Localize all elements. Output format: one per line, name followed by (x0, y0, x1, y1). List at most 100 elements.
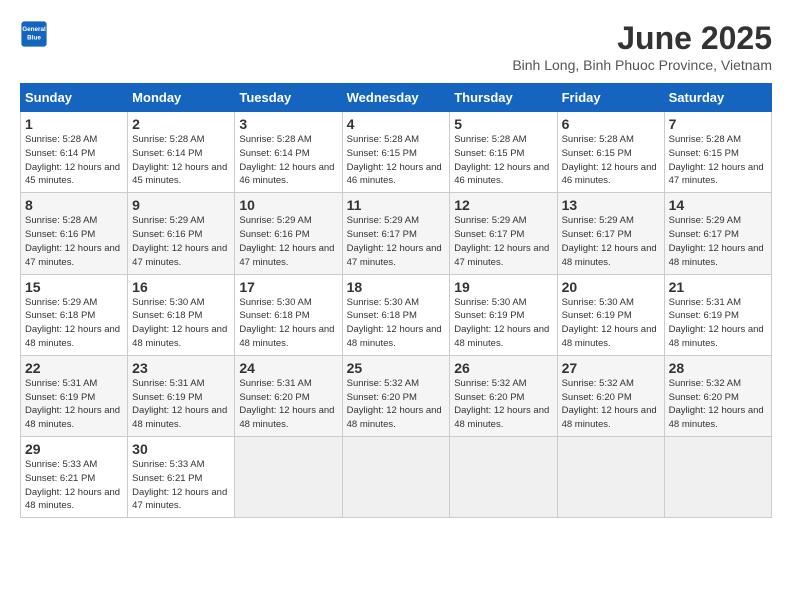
day-info: Sunrise: 5:32 AMSunset: 6:20 PMDaylight:… (347, 378, 442, 430)
col-wednesday: Wednesday (342, 84, 450, 112)
day-number: 4 (347, 116, 446, 132)
day-number: 16 (132, 279, 230, 295)
day-number: 17 (239, 279, 337, 295)
calendar-cell: 14 Sunrise: 5:29 AMSunset: 6:17 PMDaylig… (664, 193, 771, 274)
day-number: 2 (132, 116, 230, 132)
day-number: 8 (25, 197, 123, 213)
day-info: Sunrise: 5:30 AMSunset: 6:19 PMDaylight:… (454, 297, 549, 349)
day-info: Sunrise: 5:32 AMSunset: 6:20 PMDaylight:… (669, 378, 764, 430)
day-info: Sunrise: 5:31 AMSunset: 6:19 PMDaylight:… (25, 378, 120, 430)
day-info: Sunrise: 5:32 AMSunset: 6:20 PMDaylight:… (562, 378, 657, 430)
day-info: Sunrise: 5:28 AMSunset: 6:15 PMDaylight:… (562, 134, 657, 186)
calendar-cell: 23 Sunrise: 5:31 AMSunset: 6:19 PMDaylig… (128, 355, 235, 436)
day-number: 25 (347, 360, 446, 376)
calendar-cell: 11 Sunrise: 5:29 AMSunset: 6:17 PMDaylig… (342, 193, 450, 274)
day-info: Sunrise: 5:31 AMSunset: 6:19 PMDaylight:… (669, 297, 764, 349)
day-number: 20 (562, 279, 660, 295)
col-friday: Friday (557, 84, 664, 112)
day-number: 28 (669, 360, 767, 376)
day-number: 19 (454, 279, 552, 295)
col-saturday: Saturday (664, 84, 771, 112)
day-number: 13 (562, 197, 660, 213)
calendar-table: Sunday Monday Tuesday Wednesday Thursday… (20, 83, 772, 518)
calendar-cell: 24 Sunrise: 5:31 AMSunset: 6:20 PMDaylig… (235, 355, 342, 436)
col-sunday: Sunday (21, 84, 128, 112)
header: General Blue June 2025 Binh Long, Binh P… (20, 20, 772, 73)
day-number: 10 (239, 197, 337, 213)
calendar-cell: 10 Sunrise: 5:29 AMSunset: 6:16 PMDaylig… (235, 193, 342, 274)
calendar-cell: 4 Sunrise: 5:28 AMSunset: 6:15 PMDayligh… (342, 112, 450, 193)
title-area: June 2025 Binh Long, Binh Phuoc Province… (512, 20, 772, 73)
day-number: 7 (669, 116, 767, 132)
day-info: Sunrise: 5:31 AMSunset: 6:19 PMDaylight:… (132, 378, 227, 430)
calendar-cell (664, 437, 771, 518)
day-info: Sunrise: 5:31 AMSunset: 6:20 PMDaylight:… (239, 378, 334, 430)
svg-text:General: General (22, 26, 46, 33)
day-number: 27 (562, 360, 660, 376)
calendar-cell: 9 Sunrise: 5:29 AMSunset: 6:16 PMDayligh… (128, 193, 235, 274)
day-number: 15 (25, 279, 123, 295)
day-info: Sunrise: 5:29 AMSunset: 6:17 PMDaylight:… (669, 215, 764, 267)
day-info: Sunrise: 5:32 AMSunset: 6:20 PMDaylight:… (454, 378, 549, 430)
header-row: Sunday Monday Tuesday Wednesday Thursday… (21, 84, 772, 112)
day-info: Sunrise: 5:28 AMSunset: 6:14 PMDaylight:… (239, 134, 334, 186)
day-number: 6 (562, 116, 660, 132)
day-number: 29 (25, 441, 123, 457)
calendar-cell: 26 Sunrise: 5:32 AMSunset: 6:20 PMDaylig… (450, 355, 557, 436)
calendar-cell: 27 Sunrise: 5:32 AMSunset: 6:20 PMDaylig… (557, 355, 664, 436)
day-info: Sunrise: 5:29 AMSunset: 6:16 PMDaylight:… (239, 215, 334, 267)
calendar-cell: 21 Sunrise: 5:31 AMSunset: 6:19 PMDaylig… (664, 274, 771, 355)
day-info: Sunrise: 5:28 AMSunset: 6:15 PMDaylight:… (669, 134, 764, 186)
calendar-cell: 12 Sunrise: 5:29 AMSunset: 6:17 PMDaylig… (450, 193, 557, 274)
calendar-cell: 15 Sunrise: 5:29 AMSunset: 6:18 PMDaylig… (21, 274, 128, 355)
day-info: Sunrise: 5:30 AMSunset: 6:18 PMDaylight:… (347, 297, 442, 349)
day-number: 24 (239, 360, 337, 376)
day-info: Sunrise: 5:28 AMSunset: 6:14 PMDaylight:… (132, 134, 227, 186)
calendar-cell: 22 Sunrise: 5:31 AMSunset: 6:19 PMDaylig… (21, 355, 128, 436)
day-info: Sunrise: 5:28 AMSunset: 6:14 PMDaylight:… (25, 134, 120, 186)
calendar-cell: 29 Sunrise: 5:33 AMSunset: 6:21 PMDaylig… (21, 437, 128, 518)
logo-icon: General Blue (20, 20, 48, 48)
day-info: Sunrise: 5:30 AMSunset: 6:19 PMDaylight:… (562, 297, 657, 349)
calendar-cell: 5 Sunrise: 5:28 AMSunset: 6:15 PMDayligh… (450, 112, 557, 193)
day-info: Sunrise: 5:29 AMSunset: 6:17 PMDaylight:… (454, 215, 549, 267)
day-number: 9 (132, 197, 230, 213)
calendar-cell: 1 Sunrise: 5:28 AMSunset: 6:14 PMDayligh… (21, 112, 128, 193)
day-number: 22 (25, 360, 123, 376)
calendar-cell: 6 Sunrise: 5:28 AMSunset: 6:15 PMDayligh… (557, 112, 664, 193)
day-info: Sunrise: 5:30 AMSunset: 6:18 PMDaylight:… (132, 297, 227, 349)
day-number: 18 (347, 279, 446, 295)
day-number: 5 (454, 116, 552, 132)
calendar-cell: 25 Sunrise: 5:32 AMSunset: 6:20 PMDaylig… (342, 355, 450, 436)
day-number: 14 (669, 197, 767, 213)
calendar-cell: 16 Sunrise: 5:30 AMSunset: 6:18 PMDaylig… (128, 274, 235, 355)
page-title: June 2025 (512, 20, 772, 57)
day-number: 1 (25, 116, 123, 132)
calendar-cell: 2 Sunrise: 5:28 AMSunset: 6:14 PMDayligh… (128, 112, 235, 193)
day-number: 23 (132, 360, 230, 376)
day-info: Sunrise: 5:28 AMSunset: 6:15 PMDaylight:… (454, 134, 549, 186)
calendar-week-2: 8 Sunrise: 5:28 AMSunset: 6:16 PMDayligh… (21, 193, 772, 274)
logo: General Blue (20, 20, 48, 48)
day-info: Sunrise: 5:30 AMSunset: 6:18 PMDaylight:… (239, 297, 334, 349)
page-subtitle: Binh Long, Binh Phuoc Province, Vietnam (512, 57, 772, 73)
calendar-cell (557, 437, 664, 518)
calendar-cell: 18 Sunrise: 5:30 AMSunset: 6:18 PMDaylig… (342, 274, 450, 355)
day-info: Sunrise: 5:29 AMSunset: 6:18 PMDaylight:… (25, 297, 120, 349)
calendar-cell (235, 437, 342, 518)
calendar-week-1: 1 Sunrise: 5:28 AMSunset: 6:14 PMDayligh… (21, 112, 772, 193)
day-info: Sunrise: 5:29 AMSunset: 6:16 PMDaylight:… (132, 215, 227, 267)
day-info: Sunrise: 5:29 AMSunset: 6:17 PMDaylight:… (347, 215, 442, 267)
calendar-cell: 30 Sunrise: 5:33 AMSunset: 6:21 PMDaylig… (128, 437, 235, 518)
calendar-cell (450, 437, 557, 518)
calendar-cell: 20 Sunrise: 5:30 AMSunset: 6:19 PMDaylig… (557, 274, 664, 355)
day-info: Sunrise: 5:28 AMSunset: 6:15 PMDaylight:… (347, 134, 442, 186)
day-number: 12 (454, 197, 552, 213)
calendar-cell: 19 Sunrise: 5:30 AMSunset: 6:19 PMDaylig… (450, 274, 557, 355)
day-info: Sunrise: 5:29 AMSunset: 6:17 PMDaylight:… (562, 215, 657, 267)
calendar-cell: 28 Sunrise: 5:32 AMSunset: 6:20 PMDaylig… (664, 355, 771, 436)
calendar-week-5: 29 Sunrise: 5:33 AMSunset: 6:21 PMDaylig… (21, 437, 772, 518)
col-tuesday: Tuesday (235, 84, 342, 112)
svg-text:Blue: Blue (27, 35, 41, 42)
calendar-cell: 13 Sunrise: 5:29 AMSunset: 6:17 PMDaylig… (557, 193, 664, 274)
